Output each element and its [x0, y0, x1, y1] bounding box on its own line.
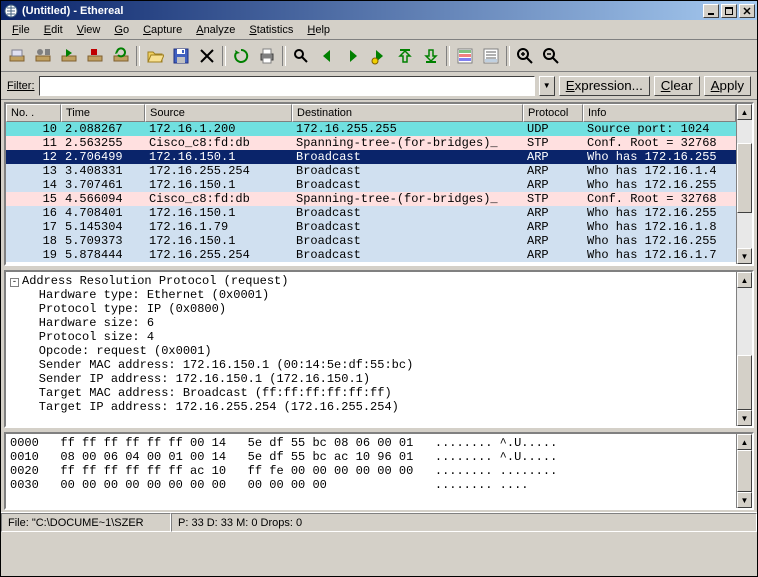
find-button[interactable]	[289, 44, 313, 68]
packet-bytes-pane: 0000 ff ff ff ff ff ff 00 14 5e df 55 bc…	[4, 432, 754, 510]
zoom-out-button[interactable]	[539, 44, 563, 68]
separator	[505, 44, 511, 68]
go-first-button[interactable]	[393, 44, 417, 68]
capture-options-button[interactable]	[31, 44, 55, 68]
menu-analyze[interactable]: Analyze	[189, 22, 242, 38]
packet-list-scrollbar[interactable]: ▲ ▼	[736, 104, 752, 264]
table-row[interactable]: 102.088267172.16.1.200172.16.255.255UDPS…	[6, 122, 736, 136]
details-scrollbar[interactable]: ▲ ▼	[736, 272, 752, 426]
col-header-no[interactable]: No. .	[6, 104, 61, 122]
packet-rows: 102.088267172.16.1.200172.16.255.255UDPS…	[6, 122, 736, 262]
menu-go[interactable]: Go	[107, 22, 136, 38]
scroll-up-button[interactable]: ▲	[737, 434, 752, 450]
auto-scroll-button[interactable]	[479, 44, 503, 68]
packet-details-pane: -Address Resolution Protocol (request) H…	[4, 270, 754, 428]
close-button[interactable]	[739, 4, 755, 18]
colorize-button[interactable]	[453, 44, 477, 68]
scroll-down-button[interactable]: ▼	[737, 410, 752, 426]
maximize-button[interactable]	[721, 4, 737, 18]
filter-dropdown-button[interactable]: ▼	[539, 76, 555, 96]
details-tree[interactable]: -Address Resolution Protocol (request) H…	[6, 272, 736, 416]
go-forward-button[interactable]	[341, 44, 365, 68]
menu-file[interactable]: File	[5, 22, 37, 38]
minimize-button[interactable]	[703, 4, 719, 18]
filter-input[interactable]	[39, 76, 535, 96]
start-capture-button[interactable]	[57, 44, 81, 68]
menu-statistics[interactable]: Statistics	[242, 22, 300, 38]
open-button[interactable]	[143, 44, 167, 68]
menu-view[interactable]: View	[70, 22, 108, 38]
packet-list-pane: No. . Time Source Destination Protocol I…	[4, 102, 754, 266]
toolbar	[1, 40, 757, 72]
status-file: File: "C:\DOCUME~1\SZER	[1, 513, 171, 532]
separator	[281, 44, 287, 68]
col-header-source[interactable]: Source	[145, 104, 292, 122]
clear-button[interactable]: Clear	[654, 76, 700, 96]
close-file-button[interactable]	[195, 44, 219, 68]
col-header-info[interactable]: Info	[583, 104, 736, 122]
tree-collapse-icon[interactable]: -	[10, 278, 19, 287]
table-row[interactable]: 195.878444172.16.255.254BroadcastARPWho …	[6, 248, 736, 262]
table-row[interactable]: 133.408331172.16.255.254BroadcastARPWho …	[6, 164, 736, 178]
stop-capture-button[interactable]	[83, 44, 107, 68]
reload-button[interactable]	[229, 44, 253, 68]
col-header-protocol[interactable]: Protocol	[523, 104, 583, 122]
scroll-up-button[interactable]: ▲	[737, 272, 752, 288]
hex-dump[interactable]: 0000 ff ff ff ff ff ff 00 14 5e df 55 bc…	[6, 434, 736, 494]
go-last-button[interactable]	[419, 44, 443, 68]
print-button[interactable]	[255, 44, 279, 68]
table-row[interactable]: 185.709373172.16.150.1BroadcastARPWho ha…	[6, 234, 736, 248]
col-header-destination[interactable]: Destination	[292, 104, 523, 122]
scroll-down-button[interactable]: ▼	[737, 248, 752, 264]
table-row[interactable]: 143.707461172.16.150.1BroadcastARPWho ha…	[6, 178, 736, 192]
table-row[interactable]: 122.706499172.16.150.1BroadcastARPWho ha…	[6, 150, 736, 164]
go-back-button[interactable]	[315, 44, 339, 68]
apply-button[interactable]: Apply	[704, 76, 751, 96]
interfaces-button[interactable]	[5, 44, 29, 68]
zoom-in-button[interactable]	[513, 44, 537, 68]
go-to-packet-button[interactable]	[367, 44, 391, 68]
menu-capture[interactable]: Capture	[136, 22, 189, 38]
separator	[221, 44, 227, 68]
menubar: File Edit View Go Capture Analyze Statis…	[1, 20, 757, 40]
filter-bar: Filter: ▼ Expression... Clear Apply	[1, 72, 757, 100]
expression-button[interactable]: Expression...	[559, 76, 650, 96]
hex-scrollbar[interactable]: ▲ ▼	[736, 434, 752, 508]
status-bar: File: "C:\DOCUME~1\SZER P: 33 D: 33 M: 0…	[1, 512, 757, 532]
table-row[interactable]: 154.566094Cisco_c8:fd:dbSpanning-tree-(f…	[6, 192, 736, 206]
status-packets: P: 33 D: 33 M: 0 Drops: 0	[171, 513, 757, 532]
restart-capture-button[interactable]	[109, 44, 133, 68]
table-row[interactable]: 112.563255Cisco_c8:fd:dbSpanning-tree-(f…	[6, 136, 736, 150]
table-row[interactable]: 175.145304172.16.1.79BroadcastARPWho has…	[6, 220, 736, 234]
menu-help[interactable]: Help	[300, 22, 337, 38]
app-icon	[3, 3, 19, 19]
save-button[interactable]	[169, 44, 193, 68]
scroll-down-button[interactable]: ▼	[737, 492, 752, 508]
packet-list-header: No. . Time Source Destination Protocol I…	[6, 104, 736, 122]
col-header-time[interactable]: Time	[61, 104, 145, 122]
filter-label: Filter:	[7, 80, 35, 92]
window-title: (Untitled) - Ethereal	[22, 5, 703, 17]
menu-edit[interactable]: Edit	[37, 22, 70, 38]
scroll-up-button[interactable]: ▲	[737, 104, 752, 120]
separator	[135, 44, 141, 68]
table-row[interactable]: 164.708401172.16.150.1BroadcastARPWho ha…	[6, 206, 736, 220]
titlebar: (Untitled) - Ethereal	[1, 1, 757, 20]
separator	[445, 44, 451, 68]
